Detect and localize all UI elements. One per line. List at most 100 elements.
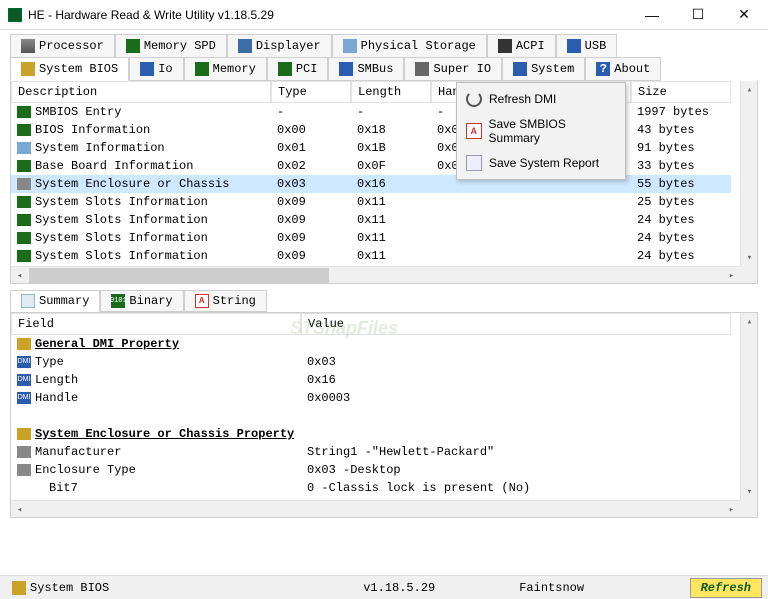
detail-field: DMILength <box>11 371 301 389</box>
tab-label: About <box>614 62 650 76</box>
detail-value: 0x03 <box>301 353 731 371</box>
row-icon <box>17 106 31 118</box>
table-cell: System Slots Information <box>11 247 271 265</box>
tab-processor[interactable]: Processor <box>10 34 115 58</box>
table-cell: System Information <box>11 139 271 157</box>
status-bar: System BIOS v1.18.5.29 Faintsnow Refresh <box>0 575 768 599</box>
scroll-down-button[interactable]: ▾ <box>741 249 757 266</box>
scroll-up-button[interactable]: ▴ <box>741 81 757 98</box>
scroll-down-button[interactable]: ▾ <box>741 483 758 500</box>
table-cell: 0x09 <box>271 247 351 265</box>
detail-row[interactable]: Enclosure Type0x03 -Desktop <box>11 461 731 479</box>
detail-row[interactable]: Bit70 -Classis lock is present (No) <box>11 479 731 497</box>
detail-row[interactable]: System Enclosure or Chassis Property <box>11 425 731 443</box>
table-cell: Base Board Information <box>11 157 271 175</box>
table-cell: - <box>271 103 351 121</box>
refresh-button[interactable]: Refresh <box>690 578 762 598</box>
table-cell: 24 bytes <box>631 247 731 265</box>
tab-memory[interactable]: Memory <box>184 57 267 81</box>
detail-value: 0x03 -Desktop <box>301 461 731 479</box>
tab-label: Memory <box>213 62 256 76</box>
maximize-button[interactable]: ☐ <box>675 0 721 29</box>
detail-row[interactable]: DMILength0x16 <box>11 371 731 389</box>
tab-acpi[interactable]: ACPI <box>487 34 556 58</box>
scroll-thumb[interactable] <box>29 268 329 283</box>
tab-memory-spd[interactable]: Memory SPD <box>115 34 227 58</box>
table-cell <box>431 247 521 265</box>
table-row[interactable]: System Slots Information0x090x1124 bytes <box>11 211 731 229</box>
horizontal-scrollbar[interactable]: ◂ ▸ <box>11 266 740 283</box>
tab-label: SMBus <box>357 62 393 76</box>
tab-usb[interactable]: USB <box>556 34 618 58</box>
scroll-left-button[interactable]: ◂ <box>11 267 28 283</box>
table-cell: 0x16 <box>351 175 431 193</box>
detail-row[interactable] <box>11 407 731 425</box>
column-header[interactable]: Description <box>11 81 271 103</box>
table-cell: 0x1B <box>351 139 431 157</box>
detail-row[interactable]: General DMI Property <box>11 335 731 353</box>
table-cell: 0x00 <box>271 121 351 139</box>
tab-label: PCI <box>296 62 318 76</box>
usb-icon <box>567 39 581 53</box>
tab-io[interactable]: Io <box>129 57 183 81</box>
table-cell: 0x11 <box>351 211 431 229</box>
row-icon <box>17 124 31 136</box>
table-cell: 25 bytes <box>631 193 731 211</box>
row-icon <box>17 178 31 190</box>
tab-label: Io <box>158 62 172 76</box>
table-row[interactable]: System Slots Information0x090x1124 bytes <box>11 247 731 265</box>
table-cell: System Enclosure or Chassis <box>11 175 271 193</box>
scrollbar-corner <box>740 500 757 517</box>
table-row[interactable]: System Slots Information0x090x1125 bytes <box>11 193 731 211</box>
context-menu-item[interactable]: ASave SMBIOS Summary <box>460 112 622 150</box>
tab-label: Summary <box>39 294 89 308</box>
detail-tab-summary[interactable]: Summary <box>10 290 100 312</box>
tab-about[interactable]: ?About <box>585 57 661 81</box>
tab-physical-storage[interactable]: Physical Storage <box>332 34 487 58</box>
titlebar: HE - Hardware Read & Write Utility v1.18… <box>0 0 768 30</box>
tab-system-bios[interactable]: System BIOS <box>10 57 129 81</box>
disp-icon <box>238 39 252 53</box>
close-button[interactable]: ✕ <box>721 0 767 29</box>
detail-column-header[interactable]: Value <box>301 313 731 335</box>
cpu-icon <box>21 39 35 53</box>
scroll-right-button[interactable]: ▸ <box>723 267 740 283</box>
table-cell: System Slots Information <box>11 211 271 229</box>
io-icon <box>140 62 154 76</box>
detail-column-header[interactable]: Field <box>11 313 301 335</box>
bin-icon: 0101 <box>111 294 125 308</box>
scroll-up-button[interactable]: ▴ <box>741 313 758 330</box>
detail-vertical-scrollbar[interactable]: ▴ ▾ <box>740 313 757 500</box>
tab-smbus[interactable]: SMBus <box>328 57 404 81</box>
table-cell <box>521 247 631 265</box>
table-cell <box>521 229 631 247</box>
tab-system[interactable]: System <box>502 57 585 81</box>
table-cell: 24 bytes <box>631 229 731 247</box>
detail-row[interactable]: DMIHandle0x0003 <box>11 389 731 407</box>
context-menu-item[interactable]: Refresh DMI <box>460 86 622 112</box>
context-menu-item[interactable]: Save System Report <box>460 150 622 176</box>
scroll-right-button[interactable]: ▸ <box>723 501 740 518</box>
table-cell: 0x11 <box>351 229 431 247</box>
detail-row[interactable]: ManufacturerString1 -"Hewlett-Packard" <box>11 443 731 461</box>
table-row[interactable]: System Slots Information0x090x1124 bytes <box>11 229 731 247</box>
table-cell <box>431 229 521 247</box>
row-icon <box>17 250 31 262</box>
tab-displayer[interactable]: Displayer <box>227 34 332 58</box>
column-header[interactable]: Size <box>631 81 731 103</box>
folder-icon <box>17 428 31 440</box>
table-cell: - <box>351 103 431 121</box>
detail-tab-binary[interactable]: 0101Binary <box>100 290 183 312</box>
vertical-scrollbar[interactable]: ▴ ▾ <box>740 81 757 266</box>
tab-super-io[interactable]: Super IO <box>404 57 502 81</box>
detail-horizontal-scrollbar[interactable]: ◂ ▸ <box>11 500 740 517</box>
column-header[interactable]: Length <box>351 81 431 103</box>
column-header[interactable]: Type <box>271 81 351 103</box>
minimize-button[interactable]: — <box>629 0 675 29</box>
tab-label: Memory SPD <box>144 39 216 53</box>
detail-row[interactable]: DMIType0x03 <box>11 353 731 371</box>
table-cell: 1997 bytes <box>631 103 731 121</box>
scroll-left-button[interactable]: ◂ <box>11 501 28 518</box>
tab-pci[interactable]: PCI <box>267 57 329 81</box>
detail-tab-string[interactable]: AString <box>184 290 267 312</box>
